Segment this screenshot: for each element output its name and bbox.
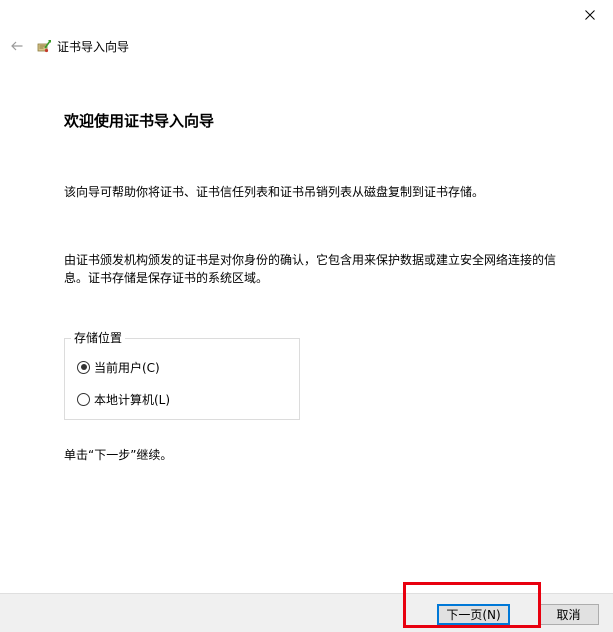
back-arrow-icon bbox=[11, 41, 23, 51]
radio-button-checked[interactable] bbox=[77, 360, 90, 374]
back-button[interactable] bbox=[8, 37, 26, 55]
close-button[interactable] bbox=[567, 0, 613, 30]
close-icon bbox=[585, 10, 595, 20]
continue-hint: 单击“下一步”继续。 bbox=[64, 448, 173, 462]
wizard-footer: 下一页(N) 取消 bbox=[0, 593, 613, 632]
radio-current-user-label: 当前用户(C) bbox=[94, 360, 160, 375]
certificate-wizard-icon bbox=[37, 40, 51, 53]
radio-local-machine-label: 本地计算机(L) bbox=[94, 392, 171, 407]
page-title: 欢迎使用证书导入向导 bbox=[64, 112, 215, 130]
store-location-legend: 存储位置 bbox=[71, 331, 126, 345]
radio-button-unchecked[interactable] bbox=[77, 392, 90, 406]
wizard-header: 证书导入向导 bbox=[8, 36, 129, 56]
store-location-group: 存储位置 当前用户(C) 本地计算机(L) bbox=[64, 331, 300, 420]
wizard-title: 证书导入向导 bbox=[57, 39, 130, 54]
cancel-button[interactable]: 取消 bbox=[538, 604, 599, 625]
radio-local-machine[interactable]: 本地计算机(L) bbox=[77, 391, 170, 407]
next-button[interactable]: 下一页(N) bbox=[437, 604, 510, 625]
radio-current-user[interactable]: 当前用户(C) bbox=[77, 359, 160, 375]
intro-text: 该向导可帮助你将证书、证书信任列表和证书吊销列表从磁盘复制到证书存储。 bbox=[64, 185, 485, 199]
description-text: 由证书颁发机构颁发的证书是对你身份的确认，它包含用来保护数据或建立安全网络连接的… bbox=[64, 253, 557, 285]
certificate-import-wizard-window: 证书导入向导 欢迎使用证书导入向导 该向导可帮助你将证书、证书信任列表和证书吊销… bbox=[0, 0, 613, 632]
